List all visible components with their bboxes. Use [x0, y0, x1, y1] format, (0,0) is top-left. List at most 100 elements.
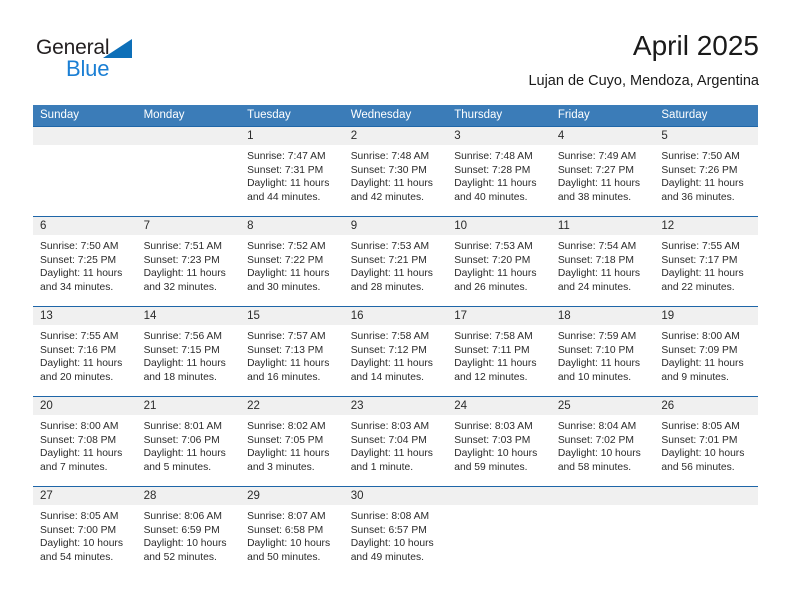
calendar-week-row: 20 Sunrise: 8:00 AM Sunset: 7:08 PM Dayligh…: [33, 396, 758, 487]
day-detail-line: Sunset: 7:01 PM: [661, 434, 738, 446]
day-detail-text: Sunrise: 8:05 AM Sunset: 7:01 PM Daylight:…: [654, 415, 758, 474]
calendar-body: 1 Sunrise: 7:47 AM Sunset: 7:31 PM Daylight…: [33, 126, 758, 577]
day-number: 18: [550, 307, 655, 325]
day-detail-line: and 58 minutes.: [557, 461, 632, 473]
day-number: 21: [136, 397, 241, 415]
day-detail-line: and 16 minutes.: [247, 371, 321, 383]
day-detail-line: Sunrise: 7:49 AM: [557, 151, 637, 162]
day-cell[interactable]: 18 Sunrise: 7:59 AM Sunset: 7:10 PM Dayligh…: [550, 306, 655, 397]
day-detail-line: Sunrise: 7:56 AM: [143, 331, 222, 342]
day-detail-line: Sunrise: 8:00 AM: [40, 421, 119, 432]
day-detail-line: Sunrise: 8:05 AM: [661, 421, 740, 432]
day-detail-line: and 32 minutes.: [143, 281, 217, 293]
day-detail-line: Sunset: 7:31 PM: [247, 164, 324, 176]
day-cell[interactable]: 1 Sunrise: 7:47 AM Sunset: 7:31 PM Daylight…: [240, 126, 344, 217]
day-cell[interactable]: 15 Sunrise: 7:57 AM Sunset: 7:13 PM Dayligh…: [240, 306, 344, 397]
day-cell[interactable]: 23 Sunrise: 8:03 AM Sunset: 7:04 PM Dayligh…: [343, 396, 448, 487]
day-cell[interactable]: 14 Sunrise: 7:56 AM Sunset: 7:15 PM Dayligh…: [136, 306, 241, 397]
day-detail-line: Sunset: 7:30 PM: [350, 164, 427, 176]
day-cell[interactable]: 25 Sunrise: 8:04 AM Sunset: 7:02 PM Dayligh…: [550, 396, 655, 487]
day-detail-line: Sunset: 7:09 PM: [661, 344, 738, 356]
day-cell[interactable]: 10 Sunrise: 7:53 AM Sunset: 7:20 PM Dayligh…: [447, 216, 551, 307]
day-cell[interactable]: 3 Sunrise: 7:48 AM Sunset: 7:28 PM Daylight…: [447, 126, 551, 217]
page-header: General Blue April 2025 Lujan de Cuyo, M…: [33, 28, 759, 100]
day-cell[interactable]: 29 Sunrise: 8:07 AM Sunset: 6:58 PM Dayligh…: [240, 486, 344, 577]
day-detail-line: and 44 minutes.: [247, 191, 321, 203]
day-detail-line: Sunrise: 8:04 AM: [557, 421, 637, 432]
day-detail-line: Sunset: 7:08 PM: [40, 434, 117, 446]
day-number: 14: [136, 307, 241, 325]
day-detail-line: Sunrise: 7:50 AM: [40, 241, 119, 252]
day-cell[interactable]: 2 Sunrise: 7:48 AM Sunset: 7:30 PM Daylight…: [343, 126, 448, 217]
day-detail-line: and 34 minutes.: [40, 281, 114, 293]
day-detail-line: Sunset: 7:17 PM: [661, 254, 738, 266]
day-cell[interactable]: 12 Sunrise: 7:55 AM Sunset: 7:17 PM Dayligh…: [654, 216, 758, 307]
day-number: 12: [654, 217, 758, 235]
page-subtitle: Lujan de Cuyo, Mendoza, Argentina: [528, 73, 759, 89]
day-number: 19: [654, 307, 758, 325]
day-cell[interactable]: 4 Sunrise: 7:49 AM Sunset: 7:27 PM Daylight…: [550, 126, 655, 217]
day-detail-text: Sunrise: 7:55 AM Sunset: 7:17 PM Daylight:…: [654, 235, 758, 294]
day-detail-text: Sunrise: 8:04 AM Sunset: 7:02 PM Daylight:…: [551, 415, 655, 474]
day-cell[interactable]: 21 Sunrise: 8:01 AM Sunset: 7:06 PM Dayligh…: [136, 396, 241, 487]
calendar-week-row: 1 Sunrise: 7:47 AM Sunset: 7:31 PM Daylight…: [33, 126, 758, 217]
day-cell-empty: [550, 486, 655, 577]
day-cell[interactable]: 7 Sunrise: 7:51 AM Sunset: 7:23 PM Daylight…: [136, 216, 241, 307]
day-number: 23: [343, 397, 448, 415]
day-detail-line: Sunset: 7:04 PM: [350, 434, 427, 446]
day-detail-line: Daylight: 11 hours: [557, 268, 641, 280]
day-cell[interactable]: 6 Sunrise: 7:50 AM Sunset: 7:25 PM Daylight…: [33, 216, 137, 307]
day-cell[interactable]: 30 Sunrise: 8:08 AM Sunset: 6:57 PM Dayligh…: [343, 486, 448, 577]
day-cell[interactable]: 24 Sunrise: 8:03 AM Sunset: 7:03 PM Dayligh…: [447, 396, 551, 487]
day-detail-line: Sunset: 7:02 PM: [557, 434, 634, 446]
day-cell[interactable]: 13 Sunrise: 7:55 AM Sunset: 7:16 PM Dayligh…: [33, 306, 137, 397]
day-detail-line: and 28 minutes.: [350, 281, 424, 293]
weekday-header-monday: Monday: [136, 105, 241, 127]
day-detail-text: Sunrise: 7:51 AM Sunset: 7:23 PM Daylight:…: [137, 235, 241, 294]
day-detail-line: Sunset: 7:28 PM: [454, 164, 531, 176]
day-detail-line: Sunrise: 7:53 AM: [454, 241, 533, 252]
day-cell[interactable]: 17 Sunrise: 7:58 AM Sunset: 7:11 PM Dayligh…: [447, 306, 551, 397]
day-detail-line: Daylight: 10 hours: [454, 448, 538, 460]
day-detail-line: Daylight: 11 hours: [557, 178, 641, 190]
day-cell[interactable]: 5 Sunrise: 7:50 AM Sunset: 7:26 PM Daylight…: [654, 126, 758, 217]
day-detail-line: Sunrise: 7:58 AM: [454, 331, 533, 342]
day-number: 22: [240, 397, 344, 415]
day-cell[interactable]: 27 Sunrise: 8:05 AM Sunset: 7:00 PM Dayligh…: [33, 486, 137, 577]
day-cell[interactable]: 11 Sunrise: 7:54 AM Sunset: 7:18 PM Dayligh…: [550, 216, 655, 307]
day-cell[interactable]: 19 Sunrise: 8:00 AM Sunset: 7:09 PM Dayligh…: [654, 306, 758, 397]
logo-word-blue: Blue: [66, 56, 110, 81]
weekday-header-friday: Friday: [550, 105, 655, 127]
day-detail-line: Sunrise: 8:03 AM: [350, 421, 430, 432]
day-detail-line: and 18 minutes.: [143, 371, 217, 383]
day-cell[interactable]: 20 Sunrise: 8:00 AM Sunset: 7:08 PM Dayligh…: [33, 396, 137, 487]
day-cell[interactable]: 9 Sunrise: 7:53 AM Sunset: 7:21 PM Daylight…: [343, 216, 448, 307]
day-cell[interactable]: 16 Sunrise: 7:58 AM Sunset: 7:12 PM Dayligh…: [343, 306, 448, 397]
day-detail-text: Sunrise: 7:48 AM Sunset: 7:30 PM Daylight:…: [344, 145, 448, 204]
day-cell-empty: [33, 126, 137, 217]
day-detail-line: and 9 minutes.: [661, 371, 729, 383]
day-detail-line: Sunrise: 7:52 AM: [247, 241, 326, 252]
day-cell[interactable]: 22 Sunrise: 8:02 AM Sunset: 7:05 PM Dayligh…: [240, 396, 344, 487]
day-number: 5: [654, 127, 758, 145]
day-detail-text: Sunrise: 7:56 AM Sunset: 7:15 PM Daylight:…: [137, 325, 241, 384]
day-cell[interactable]: 28 Sunrise: 8:06 AM Sunset: 6:59 PM Dayligh…: [136, 486, 241, 577]
day-detail-line: and 22 minutes.: [661, 281, 735, 293]
day-cell[interactable]: 8 Sunrise: 7:52 AM Sunset: 7:22 PM Daylight…: [240, 216, 344, 307]
day-detail-line: Sunset: 7:25 PM: [40, 254, 117, 266]
day-detail-line: Sunset: 7:26 PM: [661, 164, 738, 176]
day-detail-text: Sunrise: 8:00 AM Sunset: 7:08 PM Daylight:…: [33, 415, 137, 474]
day-detail-line: and 30 minutes.: [247, 281, 321, 293]
general-blue-logo[interactable]: General Blue: [36, 36, 166, 82]
day-detail-line: Sunrise: 8:06 AM: [143, 511, 222, 522]
day-number: [136, 127, 241, 145]
day-detail-line: and 59 minutes.: [454, 461, 528, 473]
day-detail-line: Sunrise: 7:55 AM: [40, 331, 119, 342]
day-cell[interactable]: 26 Sunrise: 8:05 AM Sunset: 7:01 PM Dayligh…: [654, 396, 758, 487]
day-detail-line: Sunrise: 7:54 AM: [557, 241, 637, 252]
day-detail-text: Sunrise: 7:59 AM Sunset: 7:10 PM Daylight:…: [551, 325, 655, 384]
day-detail-line: Sunrise: 7:48 AM: [454, 151, 533, 162]
day-detail-line: and 3 minutes.: [247, 461, 315, 473]
day-number: 30: [343, 487, 448, 505]
day-detail-line: Daylight: 10 hours: [350, 538, 434, 550]
